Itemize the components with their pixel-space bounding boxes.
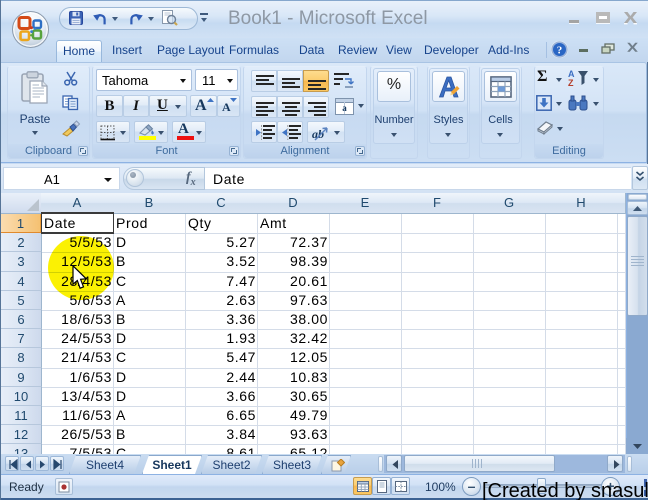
svg-text:a: a [342, 103, 347, 113]
svg-text:Z: Z [568, 78, 574, 87]
svg-text:ab: ab [312, 127, 324, 141]
svg-text:?: ? [557, 44, 563, 56]
